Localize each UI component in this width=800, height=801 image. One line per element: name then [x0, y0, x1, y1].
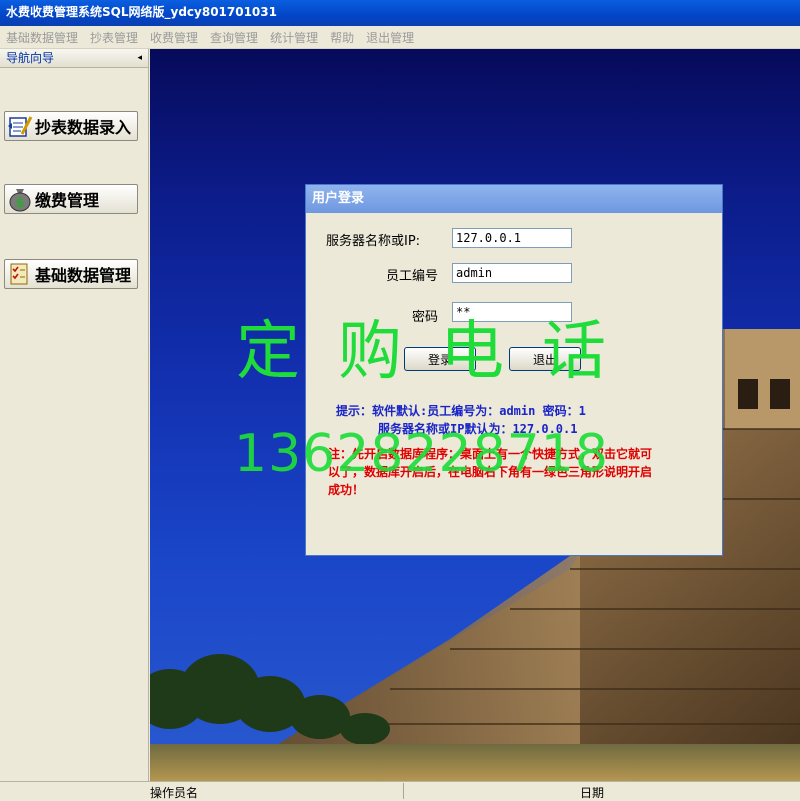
svg-text:$: $ — [15, 196, 24, 211]
nav-header-label: 导航向导 — [6, 51, 55, 65]
meter-entry-icon — [7, 113, 33, 139]
status-date-label: 日期 — [580, 786, 605, 800]
menu-meter-reading[interactable]: 抄表管理 — [84, 29, 144, 46]
server-input[interactable] — [452, 228, 572, 248]
collapse-arrow-icon[interactable]: ◂ — [137, 49, 142, 67]
menu-statistics[interactable]: 统计管理 — [264, 29, 324, 46]
nav-button-label: 缴费管理 — [35, 191, 100, 210]
nav-button-basic-data[interactable]: 基础数据管理 — [4, 259, 138, 289]
nav-button-label: 基础数据管理 — [35, 266, 132, 285]
menu-charging[interactable]: 收费管理 — [144, 29, 204, 46]
watermark-order-phone-title: 定购电话 — [236, 315, 644, 389]
money-bag-icon: $ — [7, 186, 33, 212]
hint-default-account: 提示：软件默认:员工编号为：admin 密码：1 — [336, 404, 586, 418]
menu-help[interactable]: 帮助 — [324, 29, 360, 46]
employee-id-input[interactable] — [452, 263, 572, 283]
checklist-icon — [7, 261, 33, 287]
login-dialog-title: 用户登录 — [306, 185, 722, 213]
menu-basic-data[interactable]: 基础数据管理 — [0, 29, 84, 46]
nav-button-meter-entry[interactable]: 抄表数据录入 — [4, 111, 138, 141]
status-operator-label: 操作员名 — [150, 786, 199, 800]
menu-exit[interactable]: 退出管理 — [360, 29, 420, 46]
watermark-phone-number: 13628228718 — [234, 424, 609, 484]
navigation-pane: 导航向导 ◂ 抄表数据录入 $ 缴费管理 基础数据管理 — [0, 49, 149, 781]
nav-button-label: 抄表数据录入 — [35, 118, 132, 137]
employee-id-label: 员工编号 — [386, 269, 439, 284]
server-label: 服务器名称或IP: — [326, 234, 421, 249]
status-divider — [403, 783, 404, 799]
menu-query[interactable]: 查询管理 — [204, 29, 264, 46]
menu-bar: 基础数据管理 抄表管理 收费管理 查询管理 统计管理 帮助 退出管理 — [0, 26, 800, 49]
nav-header: 导航向导 ◂ — [0, 49, 148, 68]
status-bar: 操作员名 日期 — [0, 781, 800, 800]
nav-button-payment[interactable]: $ 缴费管理 — [4, 184, 138, 214]
window-title: 水费收费管理系统SQL网络版_ydcy801701031 — [0, 0, 800, 26]
